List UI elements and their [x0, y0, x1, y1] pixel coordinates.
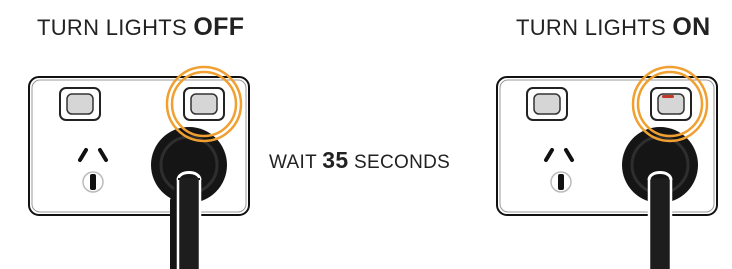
power-outlet-icon: [496, 65, 718, 269]
switch-icon: [526, 87, 568, 121]
switch-icon: [59, 87, 101, 121]
switch-icon: [183, 87, 225, 121]
switch-icon: [650, 87, 692, 121]
indicator-light-icon: [662, 95, 674, 98]
outlet-illustrations: [28, 65, 718, 269]
instruction-graphic: TURN LIGHTS OFF TURN LIGHTS ON WAIT 35 S…: [0, 0, 732, 269]
power-outlet-icon: [28, 65, 250, 269]
